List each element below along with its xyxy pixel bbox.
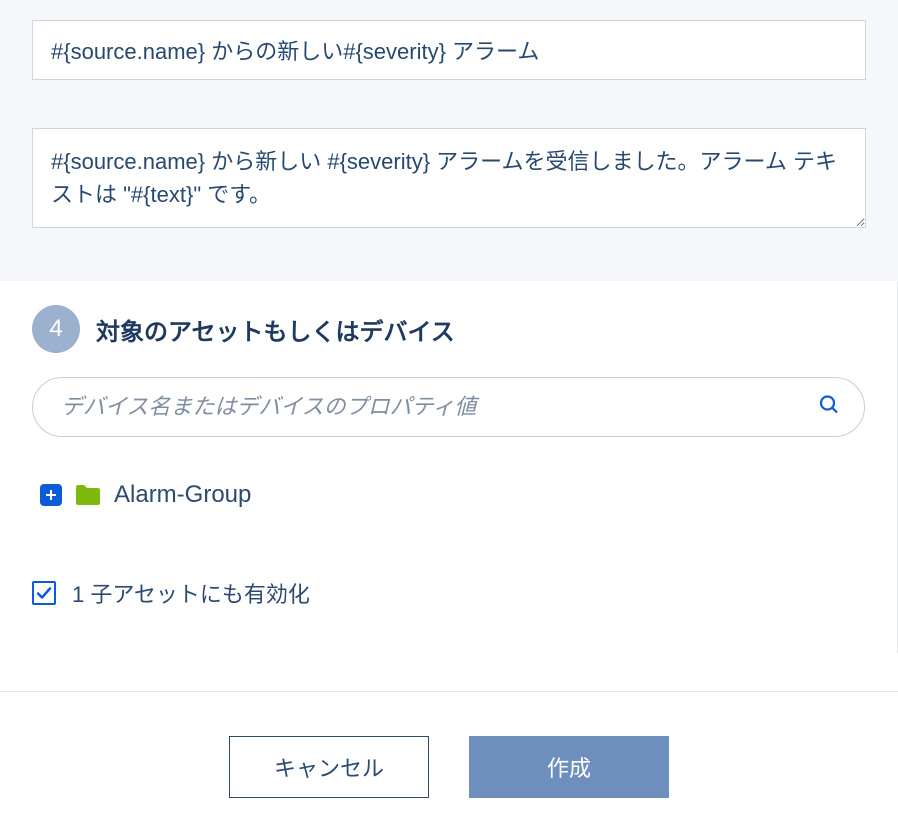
step-title: 対象のアセットもしくはデバイス [96,312,455,347]
search-icon[interactable] [817,393,841,422]
step-header: 4 対象のアセットもしくはデバイス [32,305,865,353]
expand-icon[interactable] [40,484,62,506]
body-textarea[interactable]: #{source.name} から新しい #{severity} アラームを受信… [32,128,866,228]
child-assets-checkbox-label: 1 子アセットにも有効化 [72,577,310,609]
footer-actions: キャンセル 作成 [0,691,898,834]
subject-input[interactable] [32,20,866,80]
step-4-section: 4 対象のアセットもしくはデバイス [0,281,898,653]
device-search-input[interactable] [32,377,865,437]
message-template-section: #{source.name} から新しい #{severity} アラームを受信… [0,0,898,281]
folder-icon [74,483,102,507]
tree-item[interactable]: Alarm-Group [32,477,865,513]
cancel-button[interactable]: キャンセル [229,736,429,798]
create-button[interactable]: 作成 [469,736,669,798]
device-search-wrap [32,377,865,437]
step-number-badge: 4 [32,305,80,353]
child-assets-checkbox[interactable] [32,581,56,605]
tree-item-label: Alarm-Group [114,481,251,509]
child-assets-checkbox-row[interactable]: 1 子アセットにも有効化 [32,573,865,613]
form-scroll-area[interactable]: #{source.name} から新しい #{severity} アラームを受信… [0,0,898,680]
